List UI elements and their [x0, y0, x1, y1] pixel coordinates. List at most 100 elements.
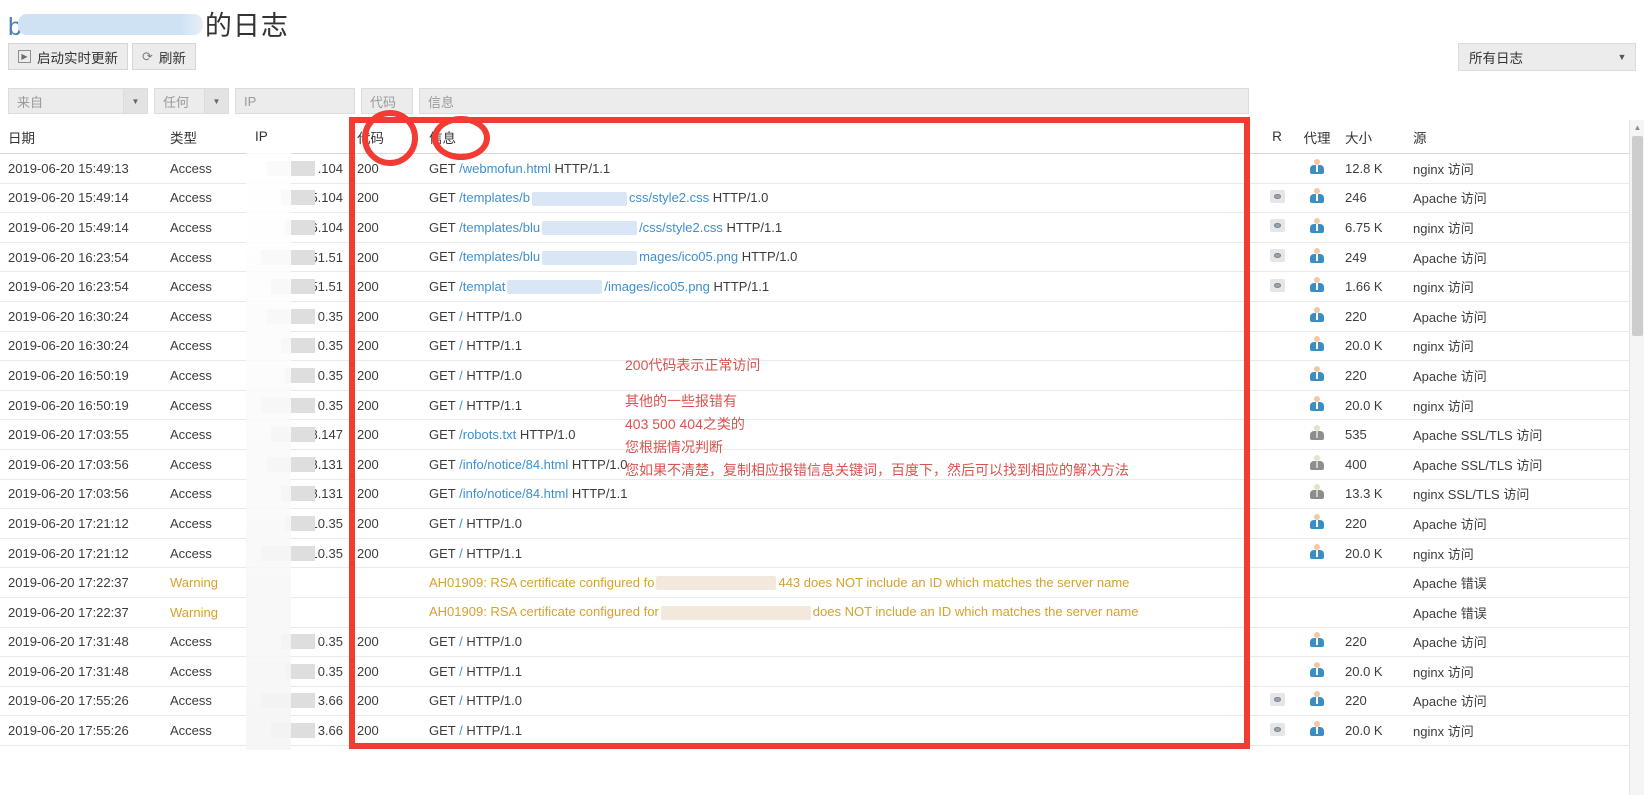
- table-row[interactable]: 2019-06-20 17:21:12 Access 110.35 200 GET / …: [0, 539, 1644, 569]
- column-header-agent[interactable]: 代理: [1297, 127, 1337, 147]
- eye-icon[interactable]: [1269, 722, 1285, 736]
- table-row[interactable]: 2019-06-20 17:22:37 Warning AH01909: RSA c…: [0, 598, 1644, 628]
- request-path: /: [459, 515, 463, 531]
- request-protocol: HTTP/1.0: [466, 367, 522, 383]
- cell-source: nginx 访问: [1413, 220, 1474, 236]
- ip-value-wrapper: 3.66: [255, 723, 343, 739]
- redacted-ip-block: [281, 190, 315, 206]
- log-type-select[interactable]: 所有日志 ▼: [1458, 43, 1636, 71]
- eye-icon[interactable]: [1269, 249, 1285, 263]
- request-path: /: [459, 545, 463, 561]
- code-filter-input[interactable]: 代码: [361, 88, 413, 114]
- request-path: /: [459, 663, 463, 679]
- table-row[interactable]: 2019-06-20 16:30:24 Access 0.35 200 GET / HT…: [0, 302, 1644, 332]
- eye-icon[interactable]: [1269, 219, 1285, 233]
- redacted-ip-block: [285, 219, 315, 235]
- table-row[interactable]: 2019-06-20 17:03:56 Access 168.131 200 GET /…: [0, 480, 1644, 510]
- table-row[interactable]: 2019-06-20 16:50:19 Access 0.35 200 GET / HT…: [0, 361, 1644, 391]
- cell-ip: 5.104: [247, 190, 349, 206]
- request-path: /templates/b: [459, 190, 530, 206]
- table-row[interactable]: 2019-06-20 17:31:48 Access 0.35 200 GET / HT…: [0, 657, 1644, 687]
- redacted-ip-block: [281, 634, 315, 650]
- user-agent-icon: [1309, 306, 1325, 323]
- cell-date: 2019-06-20 17:03:55: [8, 427, 129, 443]
- cell-source: Apache 访问: [1413, 694, 1487, 710]
- eye-icon[interactable]: [1269, 692, 1285, 706]
- cell-source: Apache 访问: [1413, 368, 1487, 384]
- redacted-path-block: [531, 191, 627, 206]
- request-path-2: mages/ico05.png: [639, 249, 739, 265]
- cell-ip: 0.35: [247, 663, 349, 679]
- table-row[interactable]: 2019-06-20 17:03:55 Access 68.147 200 GET /r…: [0, 420, 1644, 450]
- cell-date: 2019-06-20 16:23:54: [8, 249, 129, 265]
- cell-size: 220: [1345, 634, 1367, 650]
- ip-filter-input[interactable]: IP: [235, 88, 355, 114]
- table-row[interactable]: 2019-06-20 15:49:14 Access 5.104 200 GET /te…: [0, 184, 1644, 214]
- column-header-ip[interactable]: IP: [247, 129, 349, 144]
- eye-icon[interactable]: [1269, 278, 1285, 292]
- user-agent-icon: [1309, 217, 1325, 234]
- column-header-size[interactable]: 大小: [1337, 127, 1405, 147]
- scrollbar-thumb[interactable]: [1632, 136, 1643, 336]
- cell-size: 220: [1345, 515, 1367, 531]
- any-select[interactable]: 任何 ▼: [154, 88, 229, 114]
- request-path: /: [459, 397, 463, 413]
- request-protocol: HTTP/1.1: [713, 278, 770, 294]
- table-row[interactable]: 2019-06-20 16:50:19 Access 0.35 200 GET / HT…: [0, 391, 1644, 421]
- cell-date: 2019-06-20 16:50:19: [8, 367, 129, 383]
- table-row[interactable]: 2019-06-20 17:55:26 Access 3.66 200 GET / HT…: [0, 687, 1644, 717]
- cell-type: Warning: [170, 575, 218, 591]
- request-protocol: HTTP/1.0: [712, 190, 769, 206]
- cell-message: GET /webmofun.html HTTP/1.1: [421, 161, 1257, 176]
- column-header-date[interactable]: 日期: [0, 127, 162, 147]
- redacted-ip-block: [281, 486, 315, 502]
- eye-icon[interactable]: [1269, 189, 1285, 203]
- cell-type: Access: [170, 367, 212, 383]
- request-path: /info/notice/84.html: [459, 456, 569, 472]
- cell-ip: 36.104: [247, 219, 349, 235]
- vertical-scrollbar[interactable]: ▲: [1629, 120, 1644, 795]
- column-header-r[interactable]: R: [1257, 129, 1297, 144]
- table-row[interactable]: 2019-06-20 17:21:12 Access 110.35 200 GET / …: [0, 509, 1644, 539]
- redacted-path-block: [542, 250, 638, 265]
- table-row[interactable]: 2019-06-20 16:23:54 Access 151.51 200 GET /t…: [0, 243, 1644, 273]
- refresh-button[interactable]: ⟳ 刷新: [132, 43, 196, 70]
- cell-agent: [1297, 454, 1337, 474]
- warning-message-suffix: 443 does NOT include an ID which matches…: [778, 574, 1130, 590]
- cell-source: nginx 访问: [1413, 280, 1474, 296]
- table-header-row: 日期 类型 IP 代码 信息 R 代理 大小 源: [0, 120, 1644, 154]
- chevron-down-icon: ▼: [1617, 52, 1627, 62]
- cell-date: 2019-06-20 17:03:56: [8, 486, 129, 502]
- cell-size: 6.75 K: [1345, 219, 1383, 235]
- cell-code: 200: [357, 515, 379, 531]
- table-row[interactable]: 2019-06-20 17:31:48 Access 0.35 200 GET / HT…: [0, 628, 1644, 658]
- ip-value-wrapper: 0.35: [255, 338, 343, 354]
- table-row[interactable]: 2019-06-20 17:03:56 Access 68.131 200 GET /i…: [0, 450, 1644, 480]
- cell-ip: 151.51: [247, 249, 349, 265]
- bot-agent-icon: [1309, 484, 1325, 500]
- from-select[interactable]: 来自 ▼: [8, 88, 148, 114]
- table-row[interactable]: 2019-06-20 17:22:37 Warning AH01909: RSA c…: [0, 568, 1644, 598]
- cell-ip-text: 5.104: [310, 190, 343, 206]
- message-filter-input[interactable]: 信息: [419, 88, 1249, 114]
- column-header-source[interactable]: 源: [1405, 127, 1615, 147]
- cell-agent: [1297, 543, 1337, 563]
- cell-source: Apache 错误: [1413, 605, 1487, 621]
- cell-ip: [247, 605, 349, 620]
- table-row[interactable]: 2019-06-20 17:55:26 Access 3.66 200 GET / HT…: [0, 716, 1644, 746]
- ip-value-wrapper: 0.35: [255, 663, 343, 679]
- column-header-code[interactable]: 代码: [349, 127, 421, 147]
- table-row[interactable]: 2019-06-20 16:30:24 Access 0.35 200 GET / HT…: [0, 332, 1644, 362]
- table-row[interactable]: 2019-06-20 15:49:14 Access 36.104 200 GET /t…: [0, 213, 1644, 243]
- table-row[interactable]: 2019-06-20 15:49:13 Access .104 200 GET /web…: [0, 154, 1644, 184]
- column-header-type[interactable]: 类型: [162, 127, 247, 147]
- table-row[interactable]: 2019-06-20 16:23:54 Access 51.51 200 GET /te…: [0, 272, 1644, 302]
- user-agent-icon: [1309, 395, 1325, 412]
- scroll-up-arrow-icon[interactable]: ▲: [1630, 120, 1644, 135]
- start-realtime-update-button[interactable]: ▶ 启动实时更新: [8, 43, 128, 70]
- column-header-message[interactable]: 信息: [421, 127, 1257, 147]
- cell-message: GET /info/notice/84.html HTTP/1.0: [421, 457, 1257, 472]
- cell-agent: [1297, 158, 1337, 178]
- cell-code: 200: [357, 279, 379, 295]
- cell-size: 20.0 K: [1345, 397, 1383, 413]
